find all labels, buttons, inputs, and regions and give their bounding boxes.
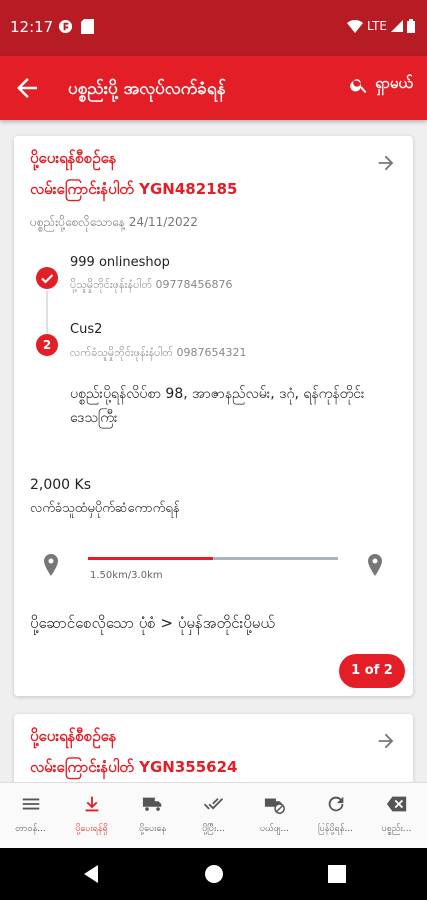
- status-time: 12:17: [10, 18, 54, 36]
- delivery-address: ပစ္စည်းပို့ရန်လိပ်စာ 98, အာဇာနည်လမ်း, ဒဂ…: [70, 386, 365, 426]
- arrow-right-icon[interactable]: [375, 730, 397, 752]
- receiver-phone: လက်ခံသူမှိုဘိုင်းဖုန်းနံပါတ် 0987654321: [70, 346, 247, 359]
- dropoff-step-marker: 2: [36, 334, 58, 356]
- app-bar: ပစ္စည်းပို့ အလုပ်လက်ခံရန် ရှာမယ်: [0, 56, 427, 120]
- check-icon: [41, 274, 54, 284]
- nav-label: တာဝန်...: [15, 824, 46, 834]
- signal-icon: [391, 20, 403, 32]
- distance-progress-bar: [88, 557, 338, 560]
- network-type: LTE: [367, 19, 387, 33]
- backspace-icon: [386, 796, 406, 812]
- receiver-name: Cus2: [70, 322, 103, 337]
- back-arrow-icon[interactable]: [12, 73, 42, 103]
- notification-icons: [58, 19, 94, 34]
- job-list[interactable]: ပို့ပေးရန်စီစဉ်နေ လမ်းကြောင်းနံပါတ် YGN4…: [0, 120, 427, 782]
- nav-label: ပို့ပေးရန်ရှိ: [75, 824, 108, 834]
- job-card[interactable]: ပို့ပေးရန်စီစဉ်နေ လမ်းကြောင်းနံပါတ် YGN3…: [14, 714, 413, 782]
- battery-icon: [407, 19, 415, 33]
- nav-item-delivering[interactable]: ပို့ပေးနေ: [122, 783, 183, 848]
- system-home-icon[interactable]: [204, 864, 224, 884]
- system-back-icon[interactable]: [82, 864, 100, 884]
- nav-label: ပို့ပေးနေ: [139, 824, 166, 834]
- delivery-date: ပစ္စည်းပို့စေလိုသောနေ့ 24/11/2022: [30, 215, 198, 229]
- dropoff-location-pin-icon: [368, 554, 382, 576]
- distance-label: 1.50km/3.0km: [90, 570, 163, 581]
- page-title: ပစ္စည်းပို့ အလုပ်လက်ခံရန်: [68, 79, 226, 99]
- bottom-navigation: တာဝန်... ပို့ပေးရန်ရှိ ပို့ပေးနေ ပို့ပြီ…: [0, 782, 427, 848]
- nav-item-cancelled[interactable]: ပယ်ဖျ...: [244, 783, 305, 848]
- system-status-icons: LTE: [347, 19, 415, 33]
- system-recents-icon[interactable]: [328, 865, 346, 883]
- pickup-step-marker: [36, 267, 58, 289]
- nav-item-items[interactable]: ပစ္စည်း...: [366, 783, 427, 848]
- nav-item-assignments[interactable]: တာဝန်...: [0, 783, 61, 848]
- download-icon: [85, 796, 98, 812]
- job-status: ပို့ပေးရန်စီစဉ်နေ: [30, 149, 117, 167]
- double-check-icon: [203, 798, 223, 810]
- job-status: ပို့ပေးရန်စီစဉ်နေ: [30, 727, 117, 745]
- search-button[interactable]: ရှာမယ်: [349, 74, 413, 96]
- nav-label: ပစ္စည်း...: [381, 824, 412, 834]
- list-icon: [22, 798, 39, 810]
- sim-card-icon: [81, 19, 94, 34]
- search-label: ရှာမယ်: [375, 74, 413, 92]
- cancel-delivery-icon: [264, 798, 285, 814]
- delivery-type: ပို့ဆောင်စေလိုသော ပုံစံ > ပုံမှန်အတိုင်း…: [30, 614, 275, 632]
- tracking-number: လမ်းကြောင်းနံပါတ် YGN355624: [30, 758, 238, 776]
- system-navigation-bar: [0, 848, 427, 900]
- arrow-right-icon[interactable]: [375, 152, 397, 174]
- wifi-icon: [347, 19, 364, 33]
- refresh-icon: [328, 796, 343, 812]
- truck-icon: [142, 797, 161, 811]
- step-connector: [46, 291, 48, 333]
- nav-label: ပြန်ပို့ရန်...: [318, 824, 353, 834]
- sender-name: 999 onlineshop: [70, 255, 170, 270]
- status-bar: 12:17 LTE: [0, 0, 427, 56]
- pickup-location-pin-icon: [44, 554, 58, 576]
- cod-amount: 2,000 Ks: [30, 477, 92, 493]
- search-icon: [350, 79, 367, 93]
- nav-item-return[interactable]: ပြန်ပို့ရန်...: [305, 783, 366, 848]
- job-card[interactable]: ပို့ပေးရန်စီစဉ်နေ လမ်းကြောင်းနံပါတ် YGN4…: [14, 136, 413, 696]
- payment-note: လက်ခံသူထံမှပိုက်ဆံကောက်ရန်: [30, 501, 180, 516]
- page-indicator-badge[interactable]: 1 of 2: [339, 654, 405, 688]
- nav-item-delivered[interactable]: ပို့ပြီး...: [183, 783, 244, 848]
- app-notification-icon: [58, 19, 73, 34]
- nav-item-to-deliver[interactable]: ပို့ပေးရန်ရှိ: [61, 783, 122, 848]
- distance-progress-fill: [88, 557, 213, 560]
- sender-phone: ပို့သူမှိုဘိုင်းဖုန်းနံပါတ် 09778456876: [70, 278, 233, 291]
- nav-label: ပို့ပြီး...: [202, 824, 225, 834]
- nav-label: ပယ်ဖျ...: [259, 824, 290, 834]
- tracking-number: လမ်းကြောင်းနံပါတ် YGN482185: [30, 180, 238, 198]
